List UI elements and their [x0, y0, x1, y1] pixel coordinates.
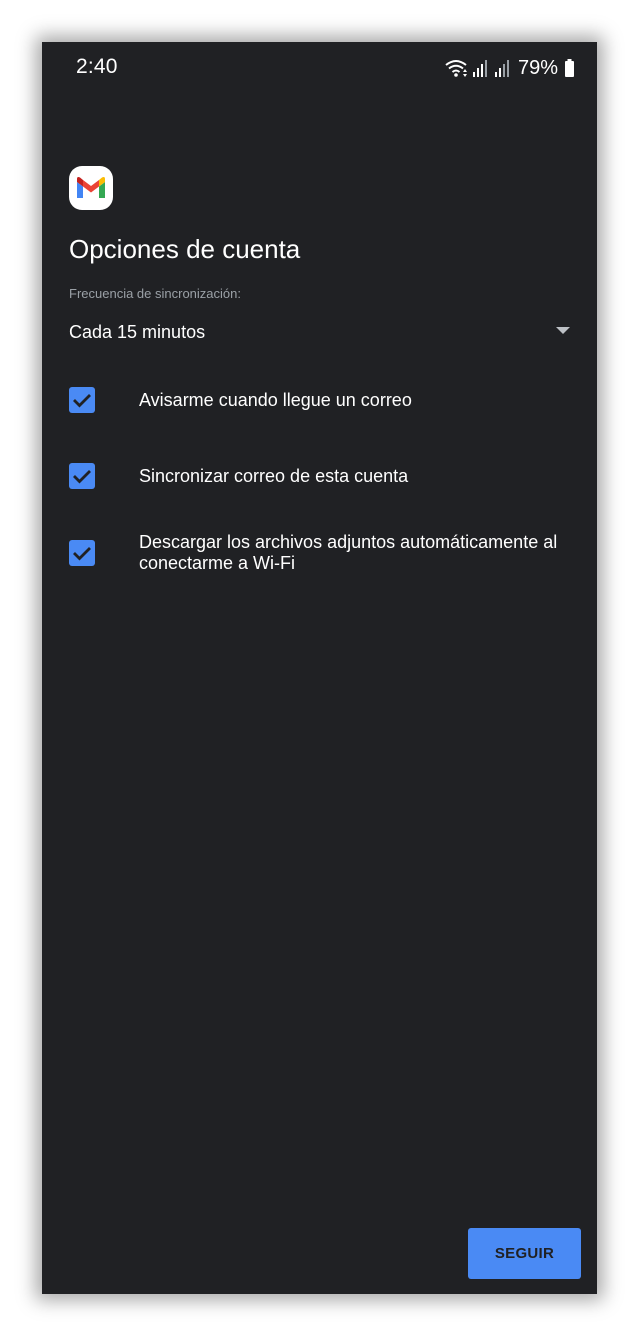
- checkbox-checked-icon[interactable]: [69, 387, 95, 413]
- battery-icon: [564, 58, 575, 78]
- option-sync-account-mail[interactable]: Sincronizar correo de esta cuenta: [69, 463, 574, 489]
- status-bar: 2:40 79%: [42, 42, 597, 94]
- checkbox-checked-icon[interactable]: [69, 540, 95, 566]
- sync-frequency-label: Frecuencia de sincronización:: [69, 286, 241, 301]
- status-time: 2:40: [76, 55, 118, 78]
- option-label: Avisarme cuando llegue un correo: [139, 389, 412, 410]
- gmail-logo-icon: [69, 166, 113, 210]
- phone-screen: 2:40 79% Opciones de cuenta Frecuencia d…: [42, 42, 597, 1294]
- status-icons: 79%: [444, 55, 575, 81]
- wifi-icon: [444, 58, 468, 78]
- signal-icon: [472, 58, 490, 78]
- option-notify-new-mail[interactable]: Avisarme cuando llegue un correo: [69, 387, 574, 413]
- option-label: Descargar los archivos adjuntos automáti…: [139, 532, 558, 573]
- battery-percent: 79%: [517, 56, 558, 79]
- option-download-attachments-wifi[interactable]: Descargar los archivos adjuntos automáti…: [69, 532, 574, 574]
- option-label: Sincronizar correo de esta cuenta: [139, 465, 409, 486]
- checkbox-checked-icon[interactable]: [69, 463, 95, 489]
- dropdown-arrow-icon: [555, 323, 571, 341]
- signal-icon: [494, 58, 512, 78]
- sync-frequency-value: Cada 15 minutos: [69, 321, 206, 342]
- sync-frequency-dropdown[interactable]: Cada 15 minutos: [69, 316, 571, 348]
- page-title: Opciones de cuenta: [69, 234, 301, 264]
- continue-button[interactable]: SEGUIR: [468, 1228, 581, 1279]
